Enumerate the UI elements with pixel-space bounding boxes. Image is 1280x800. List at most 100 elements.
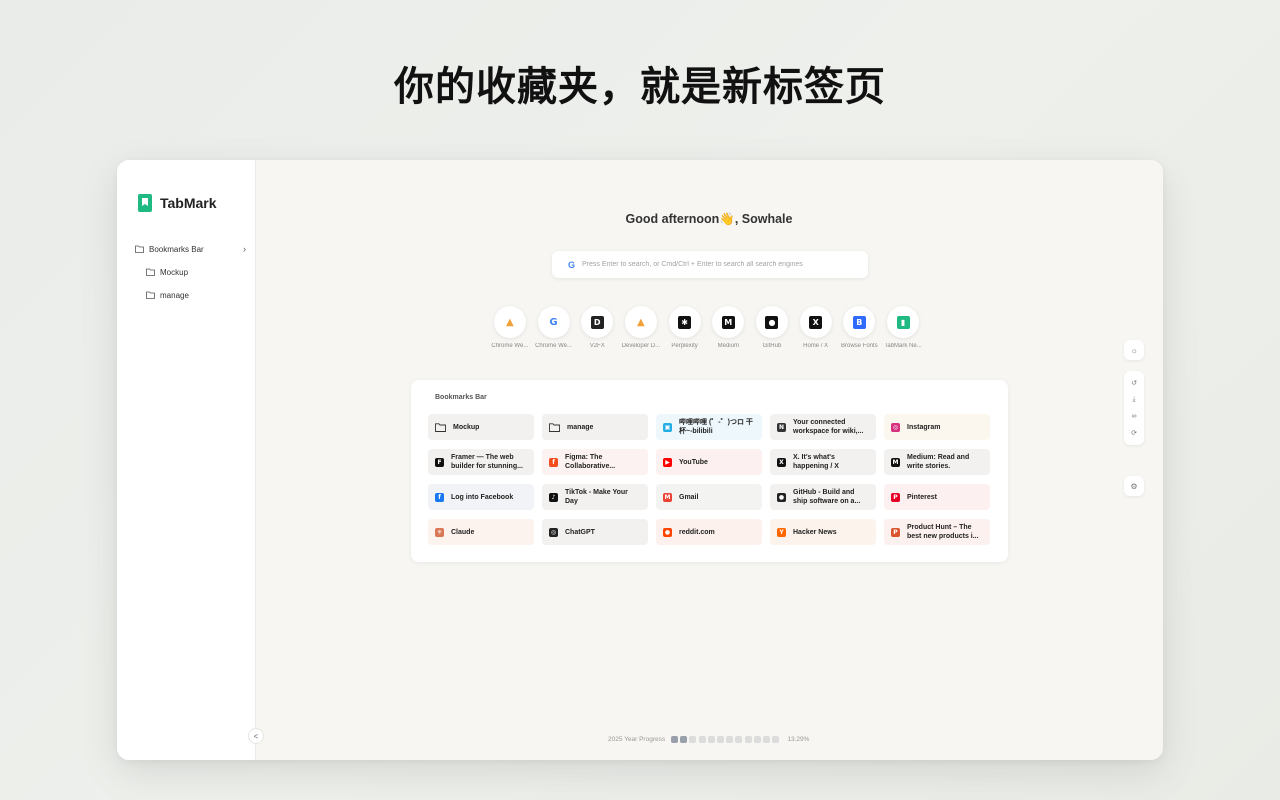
bookmark-label: Gmail xyxy=(679,493,699,501)
bookmark-card[interactable]: ✳ Claude xyxy=(428,519,534,545)
search-input[interactable] xyxy=(582,261,863,268)
chevron-right-icon[interactable]: › xyxy=(243,244,246,254)
shortcut-circle[interactable]: X xyxy=(799,306,832,338)
shortcut-circle[interactable]: M xyxy=(712,306,745,338)
bookmark-card[interactable]: ▶ YouTube xyxy=(656,449,762,475)
year-progress: 2025 Year Progress 13.29% xyxy=(608,736,809,743)
shortcut-label: Medium xyxy=(717,343,739,349)
shortcut-item[interactable]: ▲ Chrome We... xyxy=(488,306,532,349)
fonts-icon: B xyxy=(852,315,866,329)
shortcut-circle[interactable]: ✱ xyxy=(668,306,701,338)
shortcut-item[interactable]: X Home / X xyxy=(794,306,838,349)
bookmark-card[interactable]: ♪ TikTok - Make Your Day xyxy=(542,484,648,510)
bookmarks-panel: Bookmarks Bar Mockup manage ▣ 哔哩哔哩 (゜-゜)つロ … xyxy=(411,380,1008,562)
browser-window: TabMark Bookmarks Bar › Mockup manage < … xyxy=(117,160,1163,760)
bookmark-card[interactable]: M Medium: Read and write stories. xyxy=(884,449,990,475)
bookmark-label: Figma: The Collaborative... xyxy=(565,454,616,470)
bookmark-card[interactable]: Y Hacker News xyxy=(770,519,876,545)
notion-icon: N xyxy=(777,422,786,432)
bookmark-card[interactable]: F Framer — The web builder for stunning..… xyxy=(428,449,534,475)
history-icon[interactable]: ↺ xyxy=(1131,379,1137,387)
figma-icon: f xyxy=(549,457,558,467)
shortcut-item[interactable]: B Browse Fonts xyxy=(838,306,882,349)
progress-dot xyxy=(707,736,715,743)
shortcut-item[interactable]: ▮ TabMark Ne... xyxy=(881,306,925,349)
shortcut-row: ▲ Chrome We... G Chrome We... D V2FX ▲ Develope… xyxy=(488,306,925,349)
bookmark-card[interactable]: manage xyxy=(542,414,648,440)
greeting: Good afternoon👋, Sowhale xyxy=(625,212,793,226)
bookmark-card[interactable]: ◎ Instagram xyxy=(884,414,990,440)
shortcut-item[interactable]: ● GitHub xyxy=(750,306,794,349)
bookmark-card[interactable]: ● GitHub - Build and ship software on a..… xyxy=(770,484,876,510)
shortcut-circle[interactable]: ▲ xyxy=(493,306,526,338)
claude-icon: ✳ xyxy=(435,527,444,537)
bookmark-card[interactable]: ● reddit.com xyxy=(656,519,762,545)
bookmark-card[interactable]: P Product Hunt – The best new products i.… xyxy=(884,519,990,545)
shortcut-circle[interactable]: B xyxy=(843,306,876,338)
bookmark-grid: Mockup manage ▣ 哔哩哔哩 (゜-゜)つロ 干杯~-bilibili N Y… xyxy=(428,414,990,545)
shortcut-circle[interactable]: ▲ xyxy=(624,306,657,338)
shortcut-circle[interactable]: G xyxy=(537,306,570,338)
sidebar-item-manage[interactable]: manage xyxy=(146,288,189,302)
framer-icon: F xyxy=(435,457,444,467)
shortcut-circle[interactable]: ● xyxy=(755,306,788,338)
shortcut-label: Chrome We... xyxy=(535,343,572,349)
x-icon: X xyxy=(809,315,823,329)
shortcut-item[interactable]: G Chrome We... xyxy=(532,306,576,349)
link-icon[interactable]: ∞ xyxy=(1132,413,1137,420)
progress-dot xyxy=(717,736,725,743)
progress-dot xyxy=(671,736,679,743)
app-name: TabMark xyxy=(160,195,217,211)
tabmark-icon: ▮ xyxy=(896,315,910,329)
google-icon: G xyxy=(568,259,576,270)
bookmark-card[interactable]: f Figma: The Collaborative... xyxy=(542,449,648,475)
search-bar[interactable]: G xyxy=(552,251,868,278)
bookmark-label: Mockup xyxy=(453,423,480,431)
bookmark-card[interactable]: ▣ 哔哩哔哩 (゜-゜)つロ 干杯~-bilibili xyxy=(656,414,762,440)
theme-toggle-button[interactable]: ☼ xyxy=(1124,340,1144,360)
shortcut-circle[interactable]: ▮ xyxy=(887,306,920,338)
sidebar-item-mockup[interactable]: Mockup xyxy=(146,265,188,279)
shortcut-item[interactable]: D V2FX xyxy=(575,306,619,349)
shortcut-label: Perplexity xyxy=(671,343,698,349)
google-icon: G xyxy=(549,316,558,328)
facebook-icon: f xyxy=(435,492,444,502)
tabmark-logo-icon xyxy=(138,194,152,212)
progress-dots xyxy=(671,736,781,743)
github-icon: ● xyxy=(765,315,779,329)
settings-button[interactable]: ⚙ xyxy=(1124,476,1144,496)
bookmark-card[interactable]: N Your connected workspace for wiki,... xyxy=(770,414,876,440)
progress-dot xyxy=(689,736,697,743)
hacker-news-icon: Y xyxy=(777,527,786,537)
bookmark-card[interactable]: M Gmail xyxy=(656,484,762,510)
bookmark-label: YouTube xyxy=(679,458,708,466)
sync-icon[interactable]: ⟳ xyxy=(1131,429,1137,437)
bookmark-card[interactable]: Mockup xyxy=(428,414,534,440)
progress-dot xyxy=(735,736,743,743)
bookmark-card[interactable]: ◎ ChatGPT xyxy=(542,519,648,545)
shortcut-item[interactable]: ▲ Developer D... xyxy=(619,306,663,349)
sidebar-collapse-button[interactable]: < xyxy=(248,728,264,744)
folder-icon xyxy=(135,245,144,253)
shortcut-item[interactable]: ✱ Perplexity xyxy=(663,306,707,349)
shortcut-item[interactable]: M Medium xyxy=(706,306,750,349)
progress-label: 2025 Year Progress xyxy=(608,736,666,743)
tiktok-icon: ♪ xyxy=(549,492,558,502)
shortcut-circle[interactable]: D xyxy=(581,306,614,338)
bookmark-label: Your connected workspace for wiki,... xyxy=(793,419,864,435)
brand[interactable]: TabMark xyxy=(138,194,217,212)
sidebar-item-bookmarks-bar[interactable]: Bookmarks Bar › xyxy=(135,242,253,256)
shortcut-label: Browse Fonts xyxy=(841,343,878,349)
bookmark-card[interactable]: P Pinterest xyxy=(884,484,990,510)
bookmark-card[interactable]: X X. It's what's happening / X xyxy=(770,449,876,475)
headline: 你的收藏夹，就是新标签页 xyxy=(394,64,886,110)
shortcut-label: TabMark Ne... xyxy=(884,343,922,349)
reddit-icon: ● xyxy=(663,527,672,537)
progress-dot xyxy=(762,736,770,743)
github-icon: ● xyxy=(777,492,786,502)
bookmark-label: manage xyxy=(567,423,594,431)
developer-dashboard-icon: ▲ xyxy=(637,316,645,328)
download-icon[interactable]: ⤓ xyxy=(1132,396,1135,404)
pinterest-icon: P xyxy=(891,492,900,502)
bookmark-card[interactable]: f Log into Facebook xyxy=(428,484,534,510)
